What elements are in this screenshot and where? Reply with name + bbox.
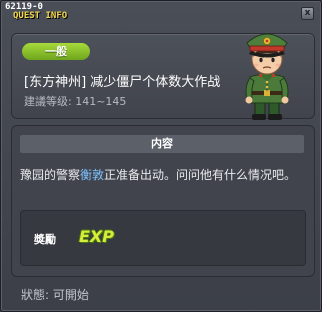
desc-text-after: 正准备出动。问问他有什么情况吧。 [104, 168, 297, 182]
exp-reward-icon: EXP [79, 227, 114, 246]
quest-description: 豫园的警察衡敦正准备出动。问问他有什么情况吧。 [20, 166, 308, 184]
quest-status: 狀態: 可開始 [21, 288, 89, 302]
content-header: 内容 [20, 135, 304, 153]
content-panel: 内容 豫园的警察衡敦正准备出动。问问他有什么情况吧。 奬勵 EXP [11, 125, 315, 277]
reward-box: 奬勵 EXP [20, 210, 306, 266]
desc-text-before: 豫园的警察 [20, 168, 81, 182]
quest-info-window: 62119-0 QUEST INFO x 一般 [东方神州] 减少僵尸个体数大作… [0, 0, 322, 312]
close-button[interactable]: x [301, 7, 314, 20]
close-icon: x [304, 8, 311, 18]
window-title: QUEST INFO [13, 11, 68, 21]
quest-category-badge: 一般 [22, 43, 90, 60]
reward-label: 奬勵 [34, 233, 56, 246]
npc-name-highlight: 衡敦 [80, 168, 105, 182]
quest-name: [东方神州] 减少僵尸个体数大作战 [24, 75, 221, 90]
recommended-level: 建議等级: 141~145 [24, 95, 127, 108]
soldier-npc-icon [245, 33, 289, 120]
